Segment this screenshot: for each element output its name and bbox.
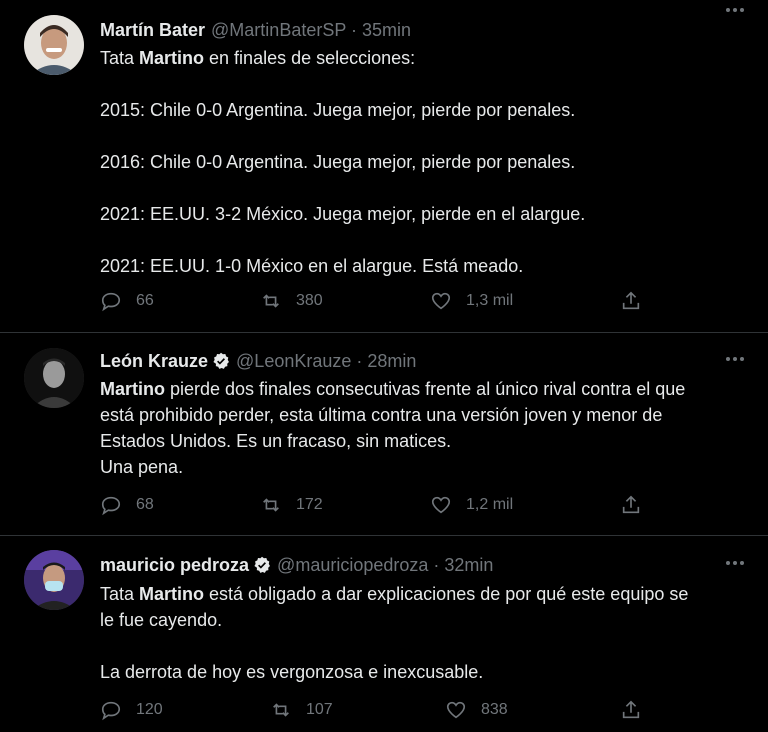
- retweet-count: 380: [296, 292, 323, 309]
- like-count: 838: [481, 701, 508, 718]
- heart-icon: [431, 496, 451, 514]
- bold-text: Martino: [139, 48, 205, 68]
- retweet-button[interactable]: 107: [270, 699, 333, 721]
- tweet-text-line: Martino pierde dos finales consecutivas …: [100, 376, 750, 402]
- avatar[interactable]: [24, 15, 84, 75]
- tweet-text-line: 2016: Chile 0-0 Argentina. Juega mejor, …: [100, 149, 750, 175]
- tweet-header: León Krauze @LeonKrauze · 28min: [100, 349, 416, 373]
- tweet-text-line: [100, 633, 750, 659]
- tweet-text: Tata Martino en finales de selecciones: …: [100, 45, 750, 279]
- heart-icon: [446, 701, 466, 719]
- tweet[interactable]: mauricio pedroza @mauriciopedroza · 32mi…: [0, 536, 768, 732]
- reply-icon: [101, 292, 121, 312]
- tweet-text-line: Estados Unidos. Es un fracaso, sin matic…: [100, 428, 750, 454]
- share-icon: [622, 700, 640, 719]
- share-button[interactable]: [620, 494, 642, 516]
- tweet-text-line: 2021: EE.UU. 1-0 México en el alargue. E…: [100, 253, 750, 279]
- tweet-actions: 68 172 1,2 mil: [100, 494, 660, 518]
- reply-count: 66: [136, 292, 154, 309]
- retweet-count: 107: [306, 701, 333, 718]
- like-button[interactable]: 1,2 mil: [430, 494, 513, 516]
- author-name[interactable]: mauricio pedroza: [100, 555, 249, 576]
- tweet-text-line: 2015: Chile 0-0 Argentina. Juega mejor, …: [100, 97, 750, 123]
- tweet-header: Martín Bater @MartinBaterSP · 35min: [100, 18, 411, 42]
- tweet-text-line: está prohibido perder, esta última contr…: [100, 402, 750, 428]
- tweet-text-line: Tata Martino en finales de selecciones:: [100, 45, 750, 71]
- like-count: 1,3 mil: [466, 292, 514, 309]
- tweet-header: mauricio pedroza @mauriciopedroza · 32mi…: [100, 553, 493, 577]
- share-icon: [622, 291, 640, 310]
- retweet-icon: [263, 498, 279, 512]
- tweet-text: Tata Martino está obligado a dar explica…: [100, 581, 750, 685]
- reply-button[interactable]: 120: [100, 699, 163, 721]
- more-options-icon[interactable]: [724, 2, 746, 18]
- bold-text: Martino: [100, 379, 165, 399]
- retweet-button[interactable]: 172: [260, 494, 323, 516]
- tweet[interactable]: León Krauze @LeonKrauze · 28min Martino …: [0, 333, 768, 535]
- retweet-icon: [263, 294, 279, 308]
- reply-count: 120: [136, 701, 163, 718]
- heart-icon: [431, 292, 451, 310]
- verified-badge-icon: [254, 556, 270, 573]
- tweet-text-line: [100, 227, 750, 253]
- more-options-icon[interactable]: [724, 555, 746, 571]
- author-name[interactable]: Martín Bater: [100, 20, 205, 41]
- tweet-text: Martino pierde dos finales consecutivas …: [100, 376, 750, 480]
- tweet-text-line: Tata Martino está obligado a dar explica…: [100, 581, 750, 607]
- author-handle[interactable]: @mauriciopedroza · 32min: [277, 555, 493, 576]
- tweet-text-line: [100, 175, 750, 201]
- text-segment: Una pena.: [100, 457, 184, 477]
- reply-button[interactable]: 66: [100, 290, 154, 312]
- reply-icon: [101, 496, 121, 516]
- tweet-text-line: [100, 71, 750, 97]
- like-button[interactable]: 838: [445, 699, 508, 721]
- share-button[interactable]: [620, 699, 642, 721]
- text-segment: Estados Unidos. Es un fracaso, sin matic…: [100, 431, 452, 451]
- text-segment: pierde dos finales consecutivas frente a…: [165, 379, 686, 399]
- tweet-text-line: [100, 123, 750, 149]
- retweet-button[interactable]: 380: [260, 290, 323, 312]
- retweet-icon: [273, 703, 289, 717]
- tweet-text-line: La derrota de hoy es vergonzosa e inexcu…: [100, 659, 750, 685]
- author-name[interactable]: León Krauze: [100, 351, 208, 372]
- share-icon: [622, 495, 640, 514]
- share-button[interactable]: [620, 290, 642, 312]
- tweet-text-line: Una pena.: [100, 454, 750, 480]
- verified-badge-icon: [213, 352, 229, 369]
- like-count: 1,2 mil: [466, 496, 514, 513]
- text-segment: Tata: [100, 48, 140, 68]
- text-segment: está obligado a dar explicaciones de por…: [204, 584, 689, 604]
- like-button[interactable]: 1,3 mil: [430, 290, 513, 312]
- text-segment: 2021: EE.UU. 1-0 México en el alargue. E…: [100, 256, 524, 276]
- author-handle[interactable]: @MartinBaterSP · 35min: [211, 20, 411, 41]
- reply-icon: [101, 701, 121, 721]
- retweet-count: 172: [296, 496, 323, 513]
- more-options-icon[interactable]: [724, 351, 746, 367]
- text-segment: le fue cayendo.: [100, 610, 223, 630]
- tweet-text-line: 2021: EE.UU. 3-2 México. Juega mejor, pi…: [100, 201, 750, 227]
- tweet-actions: 66 380 1,3 mil: [100, 290, 660, 314]
- text-segment: Tata: [100, 584, 140, 604]
- text-segment: 2016: Chile 0-0 Argentina. Juega mejor, …: [100, 152, 576, 172]
- text-segment: 2015: Chile 0-0 Argentina. Juega mejor, …: [100, 100, 576, 120]
- tweet-text-line: le fue cayendo.: [100, 607, 750, 633]
- author-handle[interactable]: @LeonKrauze · 28min: [236, 351, 416, 372]
- avatar[interactable]: [24, 550, 84, 610]
- reply-count: 68: [136, 496, 154, 513]
- text-segment: 2021: EE.UU. 3-2 México. Juega mejor, pi…: [100, 204, 586, 224]
- text-segment: está prohibido perder, esta última contr…: [100, 405, 663, 425]
- tweet-actions: 120 107 838: [100, 699, 660, 723]
- text-segment: en finales de selecciones:: [204, 48, 416, 68]
- reply-button[interactable]: 68: [100, 494, 154, 516]
- text-segment: La derrota de hoy es vergonzosa e inexcu…: [100, 662, 484, 682]
- avatar[interactable]: [24, 348, 84, 408]
- bold-text: Martino: [139, 584, 205, 604]
- tweet[interactable]: Martín Bater @MartinBaterSP · 35min Tata…: [0, 0, 768, 332]
